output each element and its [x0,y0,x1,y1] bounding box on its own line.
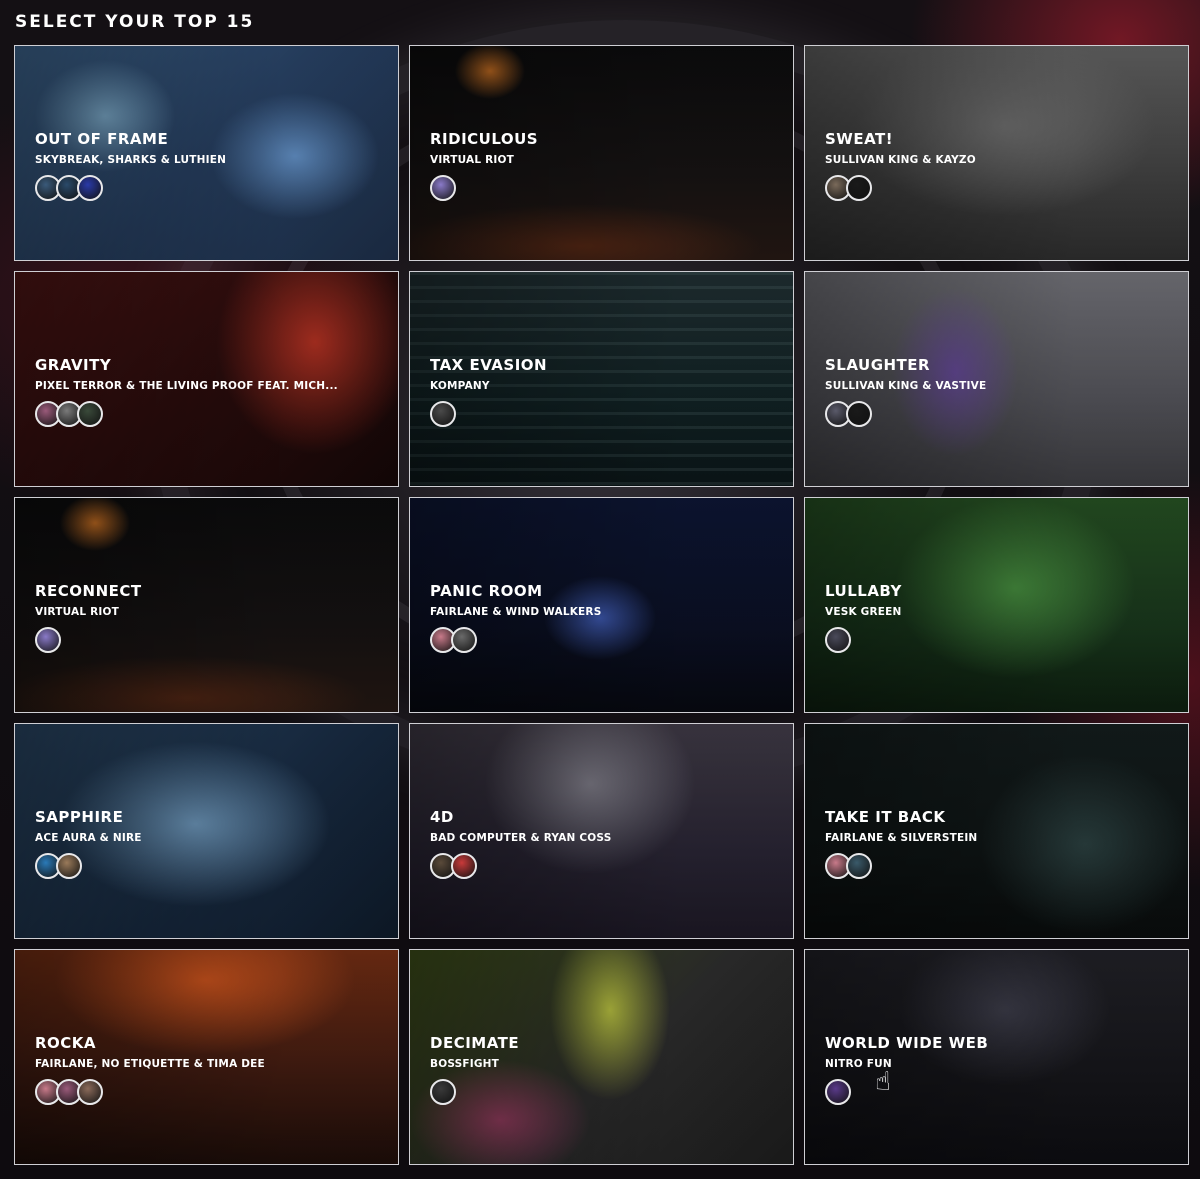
track-card-tax-evasion[interactable]: TAX EVASION KOMPANY [409,271,794,487]
track-title: TAX EVASION [430,356,548,374]
track-title: WORLD WIDE WEB [825,1034,989,1052]
avatar [77,1079,103,1105]
track-artists: VIRTUAL RIOT [430,154,514,166]
card-info: SWEAT! SULLIVAN KING & KAYZO [825,130,1174,201]
avatar [430,175,456,201]
track-card-decimate[interactable]: DECIMATE BOSSFIGHT [409,949,794,1165]
avatar [846,401,872,427]
track-artists: FAIRLANE & SILVERSTEIN [825,832,978,844]
track-card-ridiculous[interactable]: RIDICULOUS VIRTUAL RIOT [409,45,794,261]
artist-avatars [35,175,384,201]
avatar [451,853,477,879]
card-info: PANIC ROOM FAIRLANE & WIND WALKERS [430,582,779,653]
avatar [56,853,82,879]
artist-avatars [430,1079,779,1105]
avatar [825,627,851,653]
track-artists: BAD COMPUTER & RYAN COSS [430,832,612,844]
avatar [451,627,477,653]
track-title: OUT OF FRAME [35,130,169,148]
track-artists: PIXEL TERROR & THE LIVING PROOF FEAT. MI… [35,380,338,392]
hand-pointer-icon: ☝ [875,1066,891,1096]
track-card-take-it-back[interactable]: TAKE IT BACK FAIRLANE & SILVERSTEIN [804,723,1189,939]
card-info: OUT OF FRAME SKYBREAK, SHARKS & LUTHIEN [35,130,384,201]
card-info: DECIMATE BOSSFIGHT [430,1034,779,1105]
track-card-4d[interactable]: 4D BAD COMPUTER & RYAN COSS [409,723,794,939]
page-title: SELECT YOUR TOP 15 [15,12,255,32]
avatar [430,1079,456,1105]
track-title: TAKE IT BACK [825,808,946,826]
track-artists: ACE AURA & NIRE [35,832,142,844]
artist-avatars [430,853,779,879]
card-info: ROCKA FAIRLANE, NO ETIQUETTE & TIMA DEE [35,1034,384,1105]
artist-avatars [430,627,779,653]
artist-avatars [430,175,779,201]
track-artists: KOMPANY [430,380,490,392]
track-card-slaughter[interactable]: SLAUGHTER SULLIVAN KING & VASTIVE [804,271,1189,487]
page: SELECT YOUR TOP 15 OUT OF FRAME SKYBREAK… [0,0,1200,1179]
artist-avatars [35,1079,384,1105]
card-info: RIDICULOUS VIRTUAL RIOT [430,130,779,201]
track-artists: BOSSFIGHT [430,1058,500,1070]
card-info: 4D BAD COMPUTER & RYAN COSS [430,808,779,879]
track-title: DECIMATE [430,1034,520,1052]
track-card-rocka[interactable]: ROCKA FAIRLANE, NO ETIQUETTE & TIMA DEE [14,949,399,1165]
track-card-world-wide-web[interactable]: WORLD WIDE WEB NITRO FUN ☝ [804,949,1189,1165]
avatar [77,401,103,427]
card-info: TAKE IT BACK FAIRLANE & SILVERSTEIN [825,808,1174,879]
track-card-out-of-frame[interactable]: OUT OF FRAME SKYBREAK, SHARKS & LUTHIEN [14,45,399,261]
track-title: PANIC ROOM [430,582,543,600]
track-title: SWEAT! [825,130,894,148]
card-info: GRAVITY PIXEL TERROR & THE LIVING PROOF … [35,356,384,427]
track-artists: VESK GREEN [825,606,902,618]
track-grid: OUT OF FRAME SKYBREAK, SHARKS & LUTHIEN … [14,45,1189,1165]
artist-avatars [825,175,1174,201]
avatar [846,175,872,201]
track-card-reconnect[interactable]: RECONNECT VIRTUAL RIOT [14,497,399,713]
avatar [35,627,61,653]
track-artists: VIRTUAL RIOT [35,606,119,618]
avatar [825,1079,851,1105]
track-title: SAPPHIRE [35,808,124,826]
artist-avatars [35,401,384,427]
track-card-lullaby[interactable]: LULLABY VESK GREEN [804,497,1189,713]
card-info: LULLABY VESK GREEN [825,582,1174,653]
track-artists: FAIRLANE, NO ETIQUETTE & TIMA DEE [35,1058,265,1070]
track-title: ROCKA [35,1034,97,1052]
track-title: 4D [430,808,454,826]
track-artists: SULLIVAN KING & VASTIVE [825,380,987,392]
track-artists: SKYBREAK, SHARKS & LUTHIEN [35,154,227,166]
card-info: SLAUGHTER SULLIVAN KING & VASTIVE [825,356,1174,427]
track-card-gravity[interactable]: GRAVITY PIXEL TERROR & THE LIVING PROOF … [14,271,399,487]
avatar [77,175,103,201]
track-title: RIDICULOUS [430,130,539,148]
track-card-sweat[interactable]: SWEAT! SULLIVAN KING & KAYZO [804,45,1189,261]
avatar [430,401,456,427]
track-artists: FAIRLANE & WIND WALKERS [430,606,602,618]
card-info: TAX EVASION KOMPANY [430,356,779,427]
card-info: RECONNECT VIRTUAL RIOT [35,582,384,653]
track-title: GRAVITY [35,356,112,374]
track-title: RECONNECT [35,582,142,600]
track-card-panic-room[interactable]: PANIC ROOM FAIRLANE & WIND WALKERS [409,497,794,713]
artist-avatars [825,401,1174,427]
artist-avatars [35,627,384,653]
artist-avatars [825,627,1174,653]
card-info: SAPPHIRE ACE AURA & NIRE [35,808,384,879]
track-title: SLAUGHTER [825,356,931,374]
avatar [846,853,872,879]
artist-avatars [35,853,384,879]
track-card-sapphire[interactable]: SAPPHIRE ACE AURA & NIRE [14,723,399,939]
track-artists: SULLIVAN KING & KAYZO [825,154,976,166]
artist-avatars [430,401,779,427]
track-title: LULLABY [825,582,902,600]
artist-avatars [825,853,1174,879]
